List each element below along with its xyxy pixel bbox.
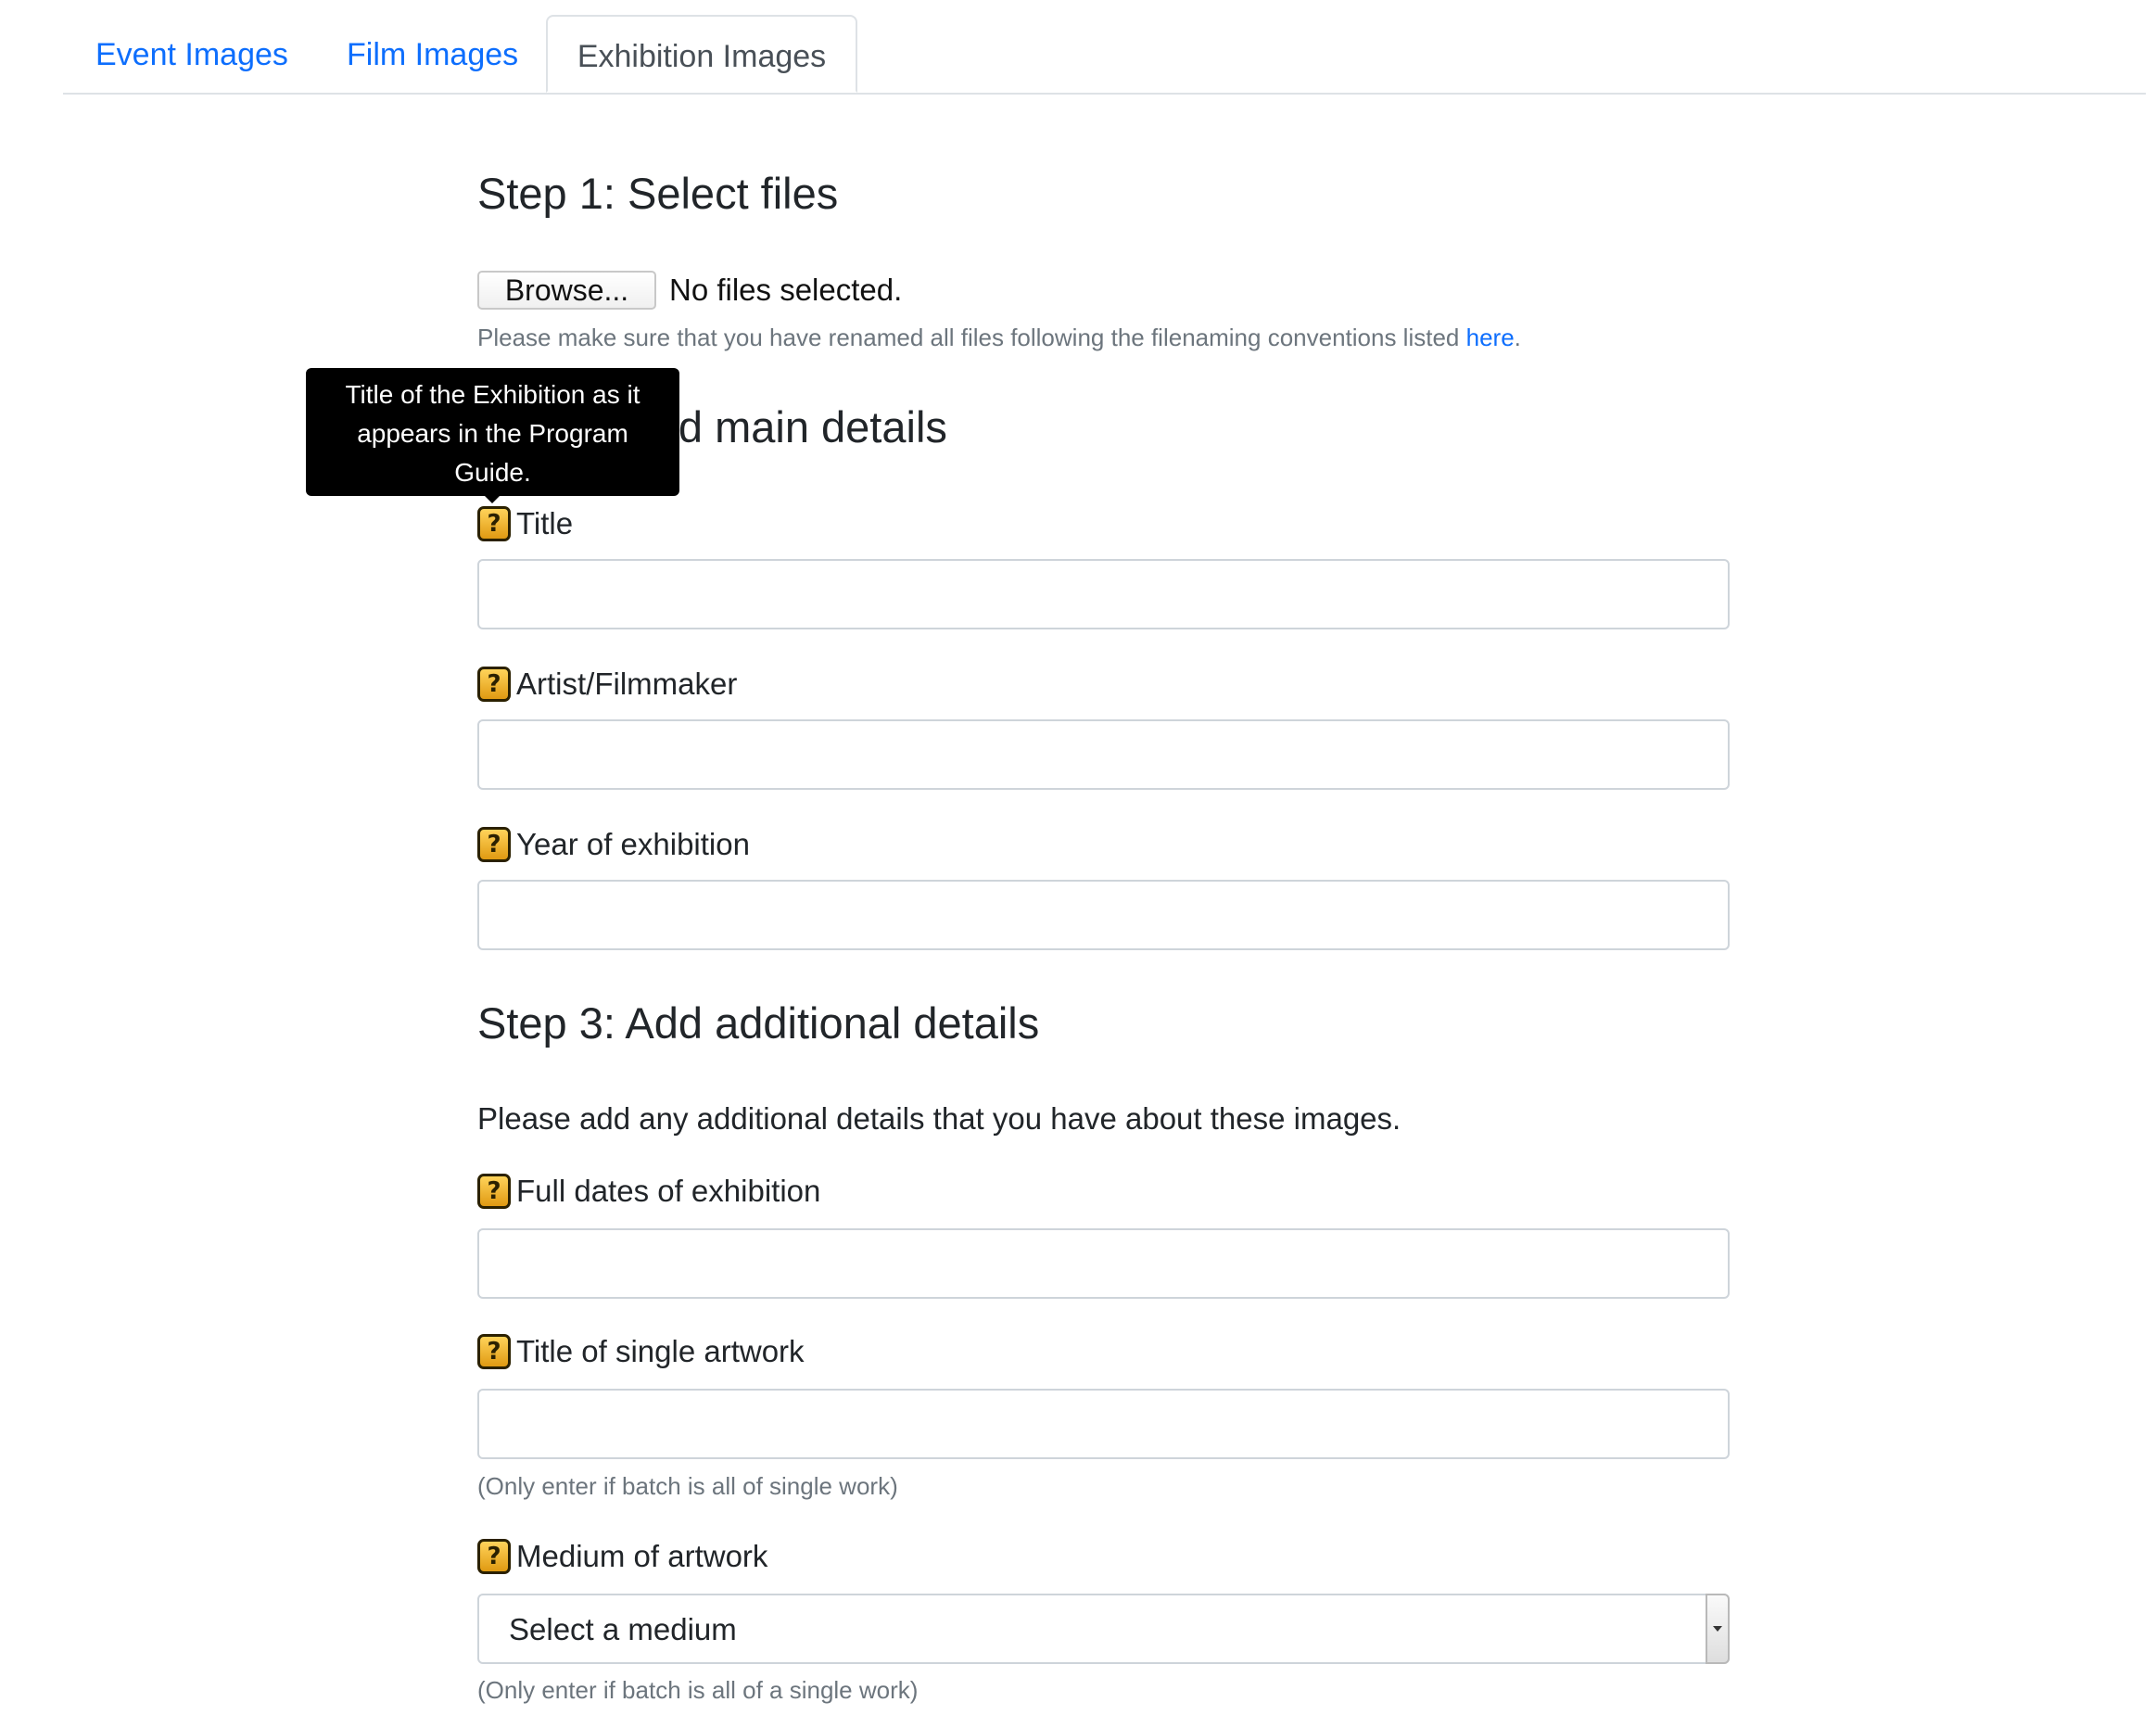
- dropdown-arrow-icon[interactable]: [1706, 1594, 1730, 1664]
- year-label-text: Year of exhibition: [516, 827, 750, 861]
- medium-select-value: Select a medium: [509, 1612, 737, 1646]
- step3-heading: Step 3: Add additional details: [477, 998, 1040, 1048]
- medium-select[interactable]: Select a medium: [477, 1594, 1730, 1664]
- medium-label-text: Medium of artwork: [516, 1539, 768, 1573]
- step3-intro: Please add any additional details that y…: [477, 1101, 1401, 1136]
- help-question-icon[interactable]: ?: [477, 667, 511, 702]
- title-help-tooltip: Title of the Exhibition as it appears in…: [306, 368, 679, 496]
- medium-label: ? Medium of artwork: [477, 1538, 767, 1575]
- artist-label-text: Artist/Filmmaker: [516, 667, 738, 701]
- single-artwork-label-text: Title of single artwork: [516, 1334, 805, 1368]
- filenaming-note-text: Please make sure that you have renamed a…: [477, 324, 1466, 351]
- title-label-text: Title: [516, 506, 574, 540]
- image-type-tabs: Event Images Film Images Exhibition Imag…: [63, 15, 2146, 95]
- single-artwork-label: ? Title of single artwork: [477, 1333, 805, 1370]
- filenaming-note-suffix: .: [1514, 324, 1521, 351]
- filenaming-note: Please make sure that you have renamed a…: [477, 324, 1521, 352]
- title-label: ? Title: [477, 505, 573, 542]
- full-dates-input[interactable]: [477, 1228, 1730, 1299]
- filenaming-conventions-link[interactable]: here: [1466, 324, 1515, 351]
- single-artwork-hint: (Only enter if batch is all of single wo…: [477, 1472, 898, 1500]
- tab-event-images[interactable]: Event Images: [95, 15, 288, 93]
- browse-button[interactable]: Browse...: [477, 271, 656, 310]
- medium-hint: (Only enter if batch is all of a single …: [477, 1676, 919, 1704]
- artist-label: ? Artist/Filmmaker: [477, 666, 737, 703]
- full-dates-label-text: Full dates of exhibition: [516, 1174, 821, 1208]
- tooltip-arrow: [484, 495, 501, 503]
- help-question-icon[interactable]: ?: [477, 506, 511, 541]
- help-question-icon[interactable]: ?: [477, 1539, 511, 1574]
- file-status-text: No files selected.: [669, 273, 903, 307]
- help-question-icon[interactable]: ?: [477, 827, 511, 862]
- full-dates-label: ? Full dates of exhibition: [477, 1173, 820, 1210]
- step1-heading: Step 1: Select files: [477, 169, 839, 218]
- help-question-icon[interactable]: ?: [477, 1334, 511, 1369]
- exhibition-upload-page: Event Images Film Images Exhibition Imag…: [0, 0, 2156, 1728]
- title-input[interactable]: [477, 559, 1730, 629]
- artist-input[interactable]: [477, 719, 1730, 790]
- help-question-icon[interactable]: ?: [477, 1174, 511, 1209]
- year-label: ? Year of exhibition: [477, 826, 750, 863]
- year-input[interactable]: [477, 880, 1730, 950]
- single-artwork-input[interactable]: [477, 1389, 1730, 1459]
- tab-film-images[interactable]: Film Images: [347, 15, 518, 93]
- tab-exhibition-images[interactable]: Exhibition Images: [546, 15, 857, 93]
